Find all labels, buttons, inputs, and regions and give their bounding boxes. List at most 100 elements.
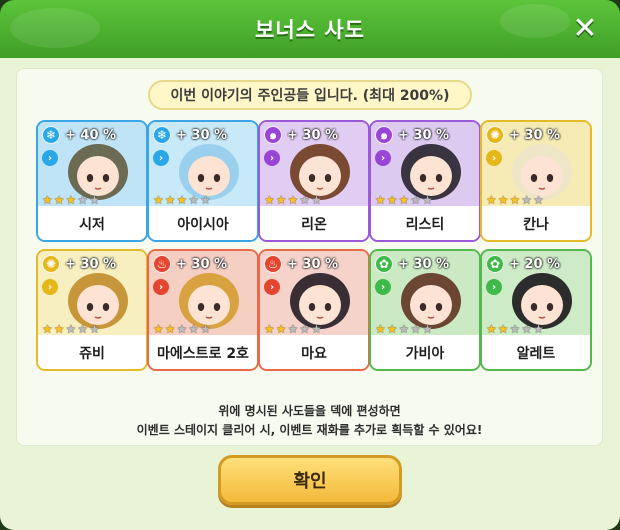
star-icon: ★ — [386, 322, 398, 336]
star-icon: ★ — [521, 322, 533, 336]
star-icon: ★ — [486, 193, 497, 207]
subtitle-banner: 이번 이야기의 주인공들 입니다. (최대 200%) — [148, 80, 472, 110]
character-name: 마에스트로 2호 — [149, 337, 257, 369]
star-icon: ★ — [398, 322, 410, 336]
star-icon: ★ — [275, 322, 287, 336]
character-card[interactable]: ✺ + 30 % › ★ ★ ★ ★ ★ 쥬비 — [36, 249, 148, 371]
close-icon[interactable]: ✕ — [570, 14, 600, 44]
bonus-percent: + 30 % — [509, 127, 561, 143]
star-icon: ★ — [287, 193, 299, 207]
header-decoration — [10, 8, 100, 48]
bonus-percent: + 40 % — [65, 127, 117, 143]
star-rating: ★ ★ ★ ★ ★ — [486, 194, 544, 206]
character-name: 칸나 — [482, 208, 590, 240]
star-icon: ★ — [164, 322, 176, 336]
class-chevron-icon: › — [486, 279, 502, 295]
character-name: 리스티 — [371, 208, 479, 240]
star-icon: ★ — [533, 193, 544, 207]
star-icon: ★ — [311, 193, 322, 207]
star-icon: ★ — [188, 193, 200, 207]
star-icon: ★ — [422, 193, 433, 207]
class-chevron-icon: › — [264, 150, 280, 166]
star-icon: ★ — [264, 322, 275, 336]
star-icon: ★ — [53, 322, 65, 336]
class-chevron-icon: › — [375, 150, 391, 166]
bonus-row: ๑ + 30 % — [375, 126, 449, 144]
character-card[interactable]: ๑ + 30 % › ★ ★ ★ ★ ★ 리온 — [258, 120, 370, 242]
class-chevron-icon: › — [42, 150, 58, 166]
character-card[interactable]: ✿ + 20 % › ★ ★ ★ ★ ★ 알레트 — [480, 249, 592, 371]
footer-line-1: 위에 명시된 사도들을 덱에 편성하면 — [218, 404, 401, 418]
bonus-percent: + 30 % — [176, 256, 228, 272]
star-rating: ★ ★ ★ ★ ★ — [42, 323, 100, 335]
bonus-percent: + 30 % — [176, 127, 228, 143]
character-card[interactable]: ❄ + 40 % › ★ ★ ★ ★ ★ 시저 — [36, 120, 148, 242]
star-rating: ★ ★ ★ ★ ★ — [42, 194, 100, 206]
class-chevron-icon: › — [153, 279, 169, 295]
star-icon: ★ — [188, 322, 200, 336]
sun-icon: ✺ — [42, 255, 60, 273]
character-card[interactable]: ✺ + 30 % › ★ ★ ★ ★ ★ 칸나 — [480, 120, 592, 242]
star-icon: ★ — [176, 322, 188, 336]
star-icon: ★ — [65, 193, 77, 207]
character-card[interactable]: ✿ + 30 % › ★ ★ ★ ★ ★ 가비아 — [369, 249, 481, 371]
character-name: 마요 — [260, 337, 368, 369]
bonus-row: ✿ + 20 % — [486, 255, 560, 273]
character-card[interactable]: ❄ + 30 % › ★ ★ ★ ★ ★ 아이시아 — [147, 120, 259, 242]
character-name: 알레트 — [482, 337, 590, 369]
star-icon: ★ — [275, 193, 287, 207]
star-icon: ★ — [153, 193, 164, 207]
leaf-icon: ✿ — [486, 255, 504, 273]
character-name: 쥬비 — [38, 337, 146, 369]
star-icon: ★ — [77, 193, 89, 207]
character-card[interactable]: ๑ + 30 % › ★ ★ ★ ★ ★ 리스티 — [369, 120, 481, 242]
character-card[interactable]: ♨ + 30 % › ★ ★ ★ ★ ★ 마에스트로 2호 — [147, 249, 259, 371]
star-icon: ★ — [410, 193, 422, 207]
class-chevron-icon: › — [264, 279, 280, 295]
star-icon: ★ — [53, 193, 65, 207]
class-chevron-icon: › — [42, 279, 58, 295]
star-icon: ★ — [422, 322, 433, 336]
swirl-icon: ๑ — [264, 126, 282, 144]
confirm-button[interactable]: 확인 — [218, 455, 402, 505]
character-name: 가비아 — [371, 337, 479, 369]
star-icon: ★ — [176, 193, 188, 207]
star-icon: ★ — [264, 193, 275, 207]
star-icon: ★ — [509, 193, 521, 207]
character-card[interactable]: ♨ + 30 % › ★ ★ ★ ★ ★ 마요 — [258, 249, 370, 371]
star-icon: ★ — [89, 322, 100, 336]
header-decoration — [500, 4, 570, 38]
star-icon: ★ — [42, 322, 53, 336]
star-icon: ★ — [375, 322, 386, 336]
star-icon: ★ — [410, 322, 422, 336]
bonus-row: ❄ + 30 % — [153, 126, 227, 144]
star-icon: ★ — [509, 322, 521, 336]
bonus-row: ♨ + 30 % — [264, 255, 338, 273]
snowflake-icon: ❄ — [153, 126, 171, 144]
star-rating: ★ ★ ★ ★ ★ — [375, 194, 433, 206]
class-chevron-icon: › — [375, 279, 391, 295]
star-rating: ★ ★ ★ ★ ★ — [264, 194, 322, 206]
star-icon: ★ — [497, 193, 509, 207]
star-icon: ★ — [386, 193, 398, 207]
snowflake-icon: ❄ — [42, 126, 60, 144]
star-icon: ★ — [65, 322, 77, 336]
footer-description: 위에 명시된 사도들을 덱에 편성하면 이벤트 스테이지 클리어 시, 이벤트 … — [16, 402, 603, 440]
bonus-row: ✿ + 30 % — [375, 255, 449, 273]
bonus-row: ❄ + 40 % — [42, 126, 116, 144]
flame-icon: ♨ — [153, 255, 171, 273]
star-icon: ★ — [311, 322, 322, 336]
class-chevron-icon: › — [153, 150, 169, 166]
bonus-percent: + 30 % — [287, 127, 339, 143]
bonus-row: ♨ + 30 % — [153, 255, 227, 273]
class-chevron-icon: › — [486, 150, 502, 166]
character-name: 리온 — [260, 208, 368, 240]
leaf-icon: ✿ — [375, 255, 393, 273]
star-icon: ★ — [164, 193, 176, 207]
bonus-percent: + 30 % — [65, 256, 117, 272]
bonus-percent: + 30 % — [287, 256, 339, 272]
bonus-percent: + 30 % — [398, 127, 450, 143]
star-icon: ★ — [299, 322, 311, 336]
star-rating: ★ ★ ★ ★ ★ — [153, 323, 211, 335]
star-icon: ★ — [533, 322, 544, 336]
